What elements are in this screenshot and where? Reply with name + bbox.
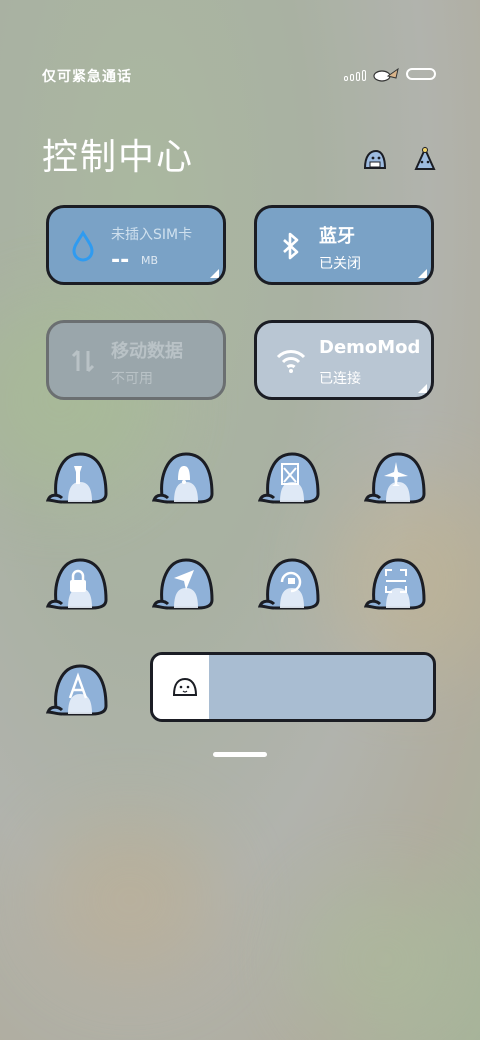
flashlight-icon xyxy=(45,452,108,504)
wifi-status: 已连接 xyxy=(319,371,361,387)
brightness-mascot-icon xyxy=(172,677,198,696)
battery-icon xyxy=(406,68,436,80)
mobile-data-label: 移动数据 xyxy=(111,341,183,362)
toggle-rotation-lock[interactable] xyxy=(257,554,322,614)
mascot-status-icon xyxy=(373,67,399,82)
mobile-data-tile[interactable]: 移动数据 不可用 xyxy=(46,320,226,400)
data-usage-label: 未插入SIM卡 xyxy=(111,227,193,243)
settings-mascot-icon[interactable] xyxy=(412,146,438,172)
data-usage-value: -- xyxy=(111,248,130,273)
wifi-label: DemoMod xyxy=(319,337,421,358)
mobile-data-icon xyxy=(71,349,95,373)
toggle-lock[interactable] xyxy=(45,554,110,614)
data-usage-unit: MB xyxy=(141,254,159,267)
status-text: 仅可紧急通话 xyxy=(42,69,132,85)
rotation-lock-icon xyxy=(257,558,320,610)
signal-icon xyxy=(344,67,366,81)
toggle-location[interactable] xyxy=(151,554,216,614)
toggle-scanner[interactable] xyxy=(363,554,428,614)
water-drop-icon xyxy=(72,230,94,262)
airplane-icon xyxy=(363,452,426,504)
wifi-tile[interactable]: DemoMod 已连接 xyxy=(254,320,434,400)
expand-corner-icon xyxy=(418,269,427,278)
bluetooth-tile[interactable]: 蓝牙 已关闭 xyxy=(254,205,434,285)
bluetooth-status: 已关闭 xyxy=(319,256,361,272)
data-usage-tile[interactable]: 未插入SIM卡 -- MB xyxy=(46,205,226,285)
expand-corner-icon xyxy=(418,384,427,393)
bluetooth-label: 蓝牙 xyxy=(319,226,355,247)
toggle-airplane[interactable] xyxy=(363,448,428,508)
lock-icon xyxy=(45,558,108,610)
toggle-bell[interactable] xyxy=(151,448,216,508)
location-icon xyxy=(151,558,214,610)
page-title: 控制中心 xyxy=(42,137,195,178)
wifi-icon xyxy=(276,350,306,373)
brightness-slider[interactable] xyxy=(150,652,436,722)
status-icons xyxy=(344,66,436,82)
toggle-flashlight[interactable] xyxy=(45,448,110,508)
bluetooth-icon xyxy=(283,232,299,260)
expand-corner-icon xyxy=(210,269,219,278)
auto-brightness-icon xyxy=(45,664,108,716)
scanner-icon xyxy=(363,558,426,610)
bell-icon xyxy=(151,452,214,504)
toggle-screenshot[interactable] xyxy=(257,448,322,508)
screenshot-icon xyxy=(257,452,320,504)
edit-mascot-icon[interactable] xyxy=(362,146,388,172)
mobile-data-status: 不可用 xyxy=(111,371,153,387)
toggle-auto-brightness[interactable] xyxy=(45,660,110,720)
bottom-handle[interactable] xyxy=(213,752,267,757)
